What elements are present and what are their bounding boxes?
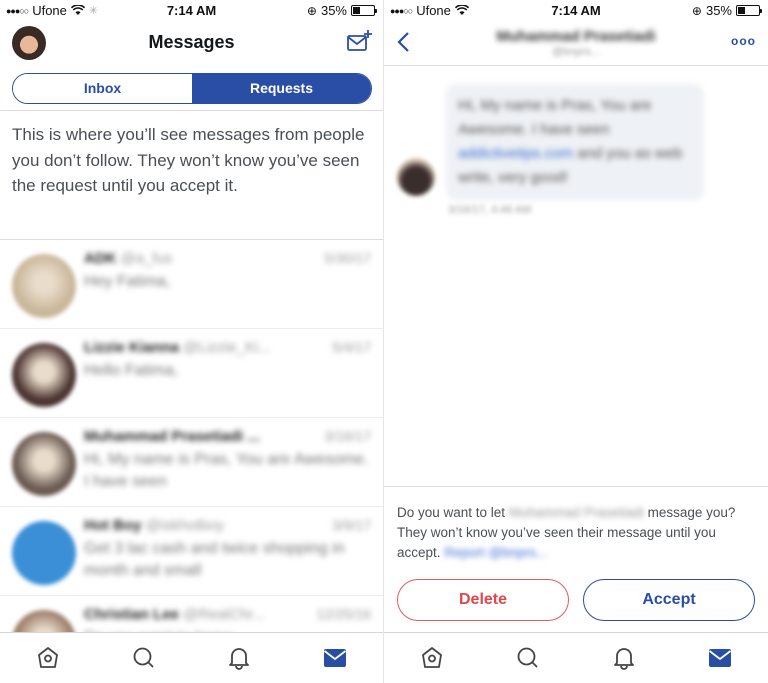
messages-requests-screen: ●●●○○ Ufone ✳ 7:14 AM ⊕ 35% Messages Inb… — [0, 0, 384, 683]
home-icon — [37, 647, 58, 668]
report-link[interactable]: Report @bnprs... — [444, 545, 547, 560]
search-icon — [133, 647, 154, 668]
sender-name: Muhammad Prasetiadi ... — [84, 428, 260, 445]
battery-icon — [736, 5, 762, 16]
accept-button[interactable]: Accept — [583, 579, 755, 621]
orientation-lock-icon: ⊕ — [306, 3, 317, 18]
battery-fill — [738, 7, 745, 14]
accept-request-panel: Do you want to let Muhammad Prasetiadi m… — [384, 486, 768, 632]
request-date: 3/9/17 — [332, 517, 371, 533]
bell-icon — [614, 648, 634, 670]
battery-percent: 35% — [320, 3, 347, 18]
accept-prompt: Do you want to let Muhammad Prasetiadi m… — [397, 503, 758, 563]
sender-handle: @iskhotboy — [145, 517, 225, 534]
message-preview: Get 3 lac cash and twice shopping in mon… — [84, 540, 345, 579]
request-avatar — [12, 432, 76, 496]
mail-icon — [708, 649, 732, 667]
message-preview: Hey Fatima, — [84, 273, 171, 290]
tab-messages[interactable] — [707, 645, 733, 671]
request-date: 5/30/17 — [324, 250, 371, 266]
tab-messages[interactable] — [322, 645, 348, 671]
sender-handle: @a_fus — [120, 250, 173, 267]
message-preview: Hello Fatima, — [84, 362, 179, 379]
orientation-lock-icon: ⊕ — [691, 3, 702, 18]
request-date: 3/16/17 — [324, 428, 371, 444]
prompt-text: Do you want to let — [397, 505, 509, 520]
tab-search[interactable] — [131, 645, 157, 671]
message-bubble: Hi, My name is Pras, You are Awesome. I … — [446, 84, 704, 200]
status-bar: ●●●○○ Ufone 7:14 AM ⊕ 35% — [384, 0, 768, 22]
request-date: 12/25/16 — [316, 606, 372, 622]
request-date: 5/4/17 — [332, 339, 371, 355]
request-avatar — [12, 254, 76, 318]
page-title: Messages — [148, 32, 235, 52]
sender-handle: @RealChr... — [183, 606, 265, 623]
tab-notifications[interactable] — [611, 645, 637, 671]
request-avatar — [12, 521, 76, 585]
compose-mail-icon — [347, 30, 372, 51]
message-link[interactable]: addictivetips.com — [458, 145, 573, 162]
tab-notifications[interactable] — [226, 645, 252, 671]
bottom-tab-bar — [0, 632, 383, 683]
bell-icon — [229, 648, 250, 670]
sender-name: Lizzie Kianna — [84, 339, 180, 356]
request-row[interactable]: Hot Boy @iskhotboy 3/9/17 Get 3 lac cash a… — [0, 507, 383, 596]
requests-info-text: This is where you’ll see messages from p… — [12, 125, 365, 195]
search-icon — [517, 647, 538, 668]
tab-search[interactable] — [515, 645, 541, 671]
status-bar: ●●●○○ Ufone ✳ 7:14 AM ⊕ 35% — [0, 0, 383, 22]
tab-inbox[interactable]: Inbox — [13, 74, 192, 103]
sender-name: Christian Lee — [84, 606, 180, 623]
conversation-request-screen: ●●●○○ Ufone 7:14 AM ⊕ 35% Muhammad Prase… — [384, 0, 768, 683]
contact-handle: @bnprs... — [552, 46, 600, 58]
sender-name: ADK — [84, 250, 117, 267]
sender-handle: @Lizzie_Ki... — [183, 339, 271, 356]
message-timestamp: 3/16/17, 4:46 AM — [448, 204, 532, 216]
blurred-sender-name: Muhammad Prasetiadi — [508, 505, 644, 520]
battery-icon — [351, 5, 377, 16]
inbox-requests-toggle: Inbox Requests — [12, 73, 372, 104]
sender-avatar[interactable] — [397, 158, 435, 196]
tab-home[interactable] — [419, 645, 445, 671]
contact-name: Muhammad Prasetiadi — [496, 28, 656, 45]
conversation-header: Muhammad Prasetiadi @bnprs... ooo — [384, 22, 768, 66]
more-options-button[interactable]: ooo — [731, 34, 756, 48]
request-row[interactable]: Lizzie Kianna @Lizzie_Ki... 5/4/17 Hello F… — [0, 329, 383, 418]
request-row[interactable]: ADK @a_fus 5/30/17 Hey Fatima, — [0, 240, 383, 329]
message-text: Hi, My name is Pras, You are Awesome. I … — [458, 97, 652, 138]
battery-fill — [353, 7, 360, 14]
tab-requests[interactable]: Requests — [192, 74, 371, 103]
battery-percent: 35% — [705, 3, 732, 18]
home-icon — [422, 647, 442, 668]
message-preview: Hi, My name is Pras, You are Awesome. I … — [84, 451, 369, 490]
nav-header: Messages — [0, 22, 383, 66]
divider — [0, 110, 383, 111]
delete-button[interactable]: Delete — [397, 579, 569, 621]
request-avatar — [12, 343, 76, 407]
bottom-tab-bar — [384, 632, 768, 683]
mail-icon — [324, 649, 347, 667]
tab-home[interactable] — [35, 645, 61, 671]
message-requests-list: ADK @a_fus 5/30/17 Hey Fatima, Lizzie Kian… — [0, 240, 383, 683]
new-message-button[interactable] — [345, 28, 373, 56]
request-row[interactable]: Muhammad Prasetiadi ... 3/16/17 Hi, My na… — [0, 418, 383, 507]
sender-name: Hot Boy — [84, 517, 142, 534]
